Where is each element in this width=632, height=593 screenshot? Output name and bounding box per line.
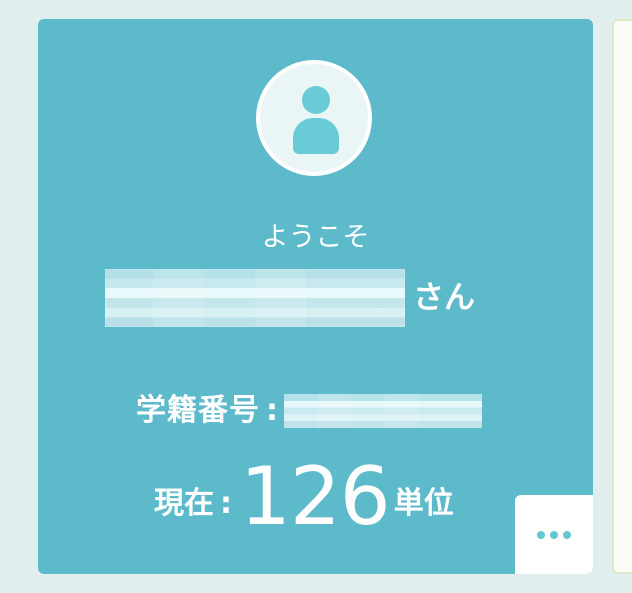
more-dot-1 xyxy=(537,530,545,539)
adjacent-card-edge xyxy=(612,19,632,574)
more-options-button[interactable] xyxy=(515,495,593,574)
student-id-separator: : xyxy=(266,393,278,428)
welcome-text: ようこそ xyxy=(261,222,370,253)
more-horizontal-icon xyxy=(537,530,571,539)
honorific-suffix: さん xyxy=(413,280,475,316)
avatar xyxy=(256,60,372,176)
student-id-row: 学籍番号 : xyxy=(136,391,482,431)
more-dot-3 xyxy=(563,530,571,539)
student-name-row: さん xyxy=(105,269,475,327)
user-profile-card: ようこそ さん 学籍番号 : 現在 : 126 単位 xyxy=(38,19,593,574)
credits-value: 126 xyxy=(240,450,391,543)
student-id-redaction xyxy=(284,394,482,428)
student-name-redaction xyxy=(105,269,405,327)
more-dot-2 xyxy=(550,530,558,539)
user-icon-body xyxy=(293,118,339,154)
current-credits-separator: : xyxy=(220,486,232,521)
student-id-label: 学籍番号 xyxy=(136,393,260,428)
user-icon-head xyxy=(302,86,330,114)
credits-unit: 単位 xyxy=(393,486,454,521)
current-credits-label: 現在 xyxy=(154,486,214,521)
current-credits-row: 現在 : 126 単位 xyxy=(154,457,454,537)
